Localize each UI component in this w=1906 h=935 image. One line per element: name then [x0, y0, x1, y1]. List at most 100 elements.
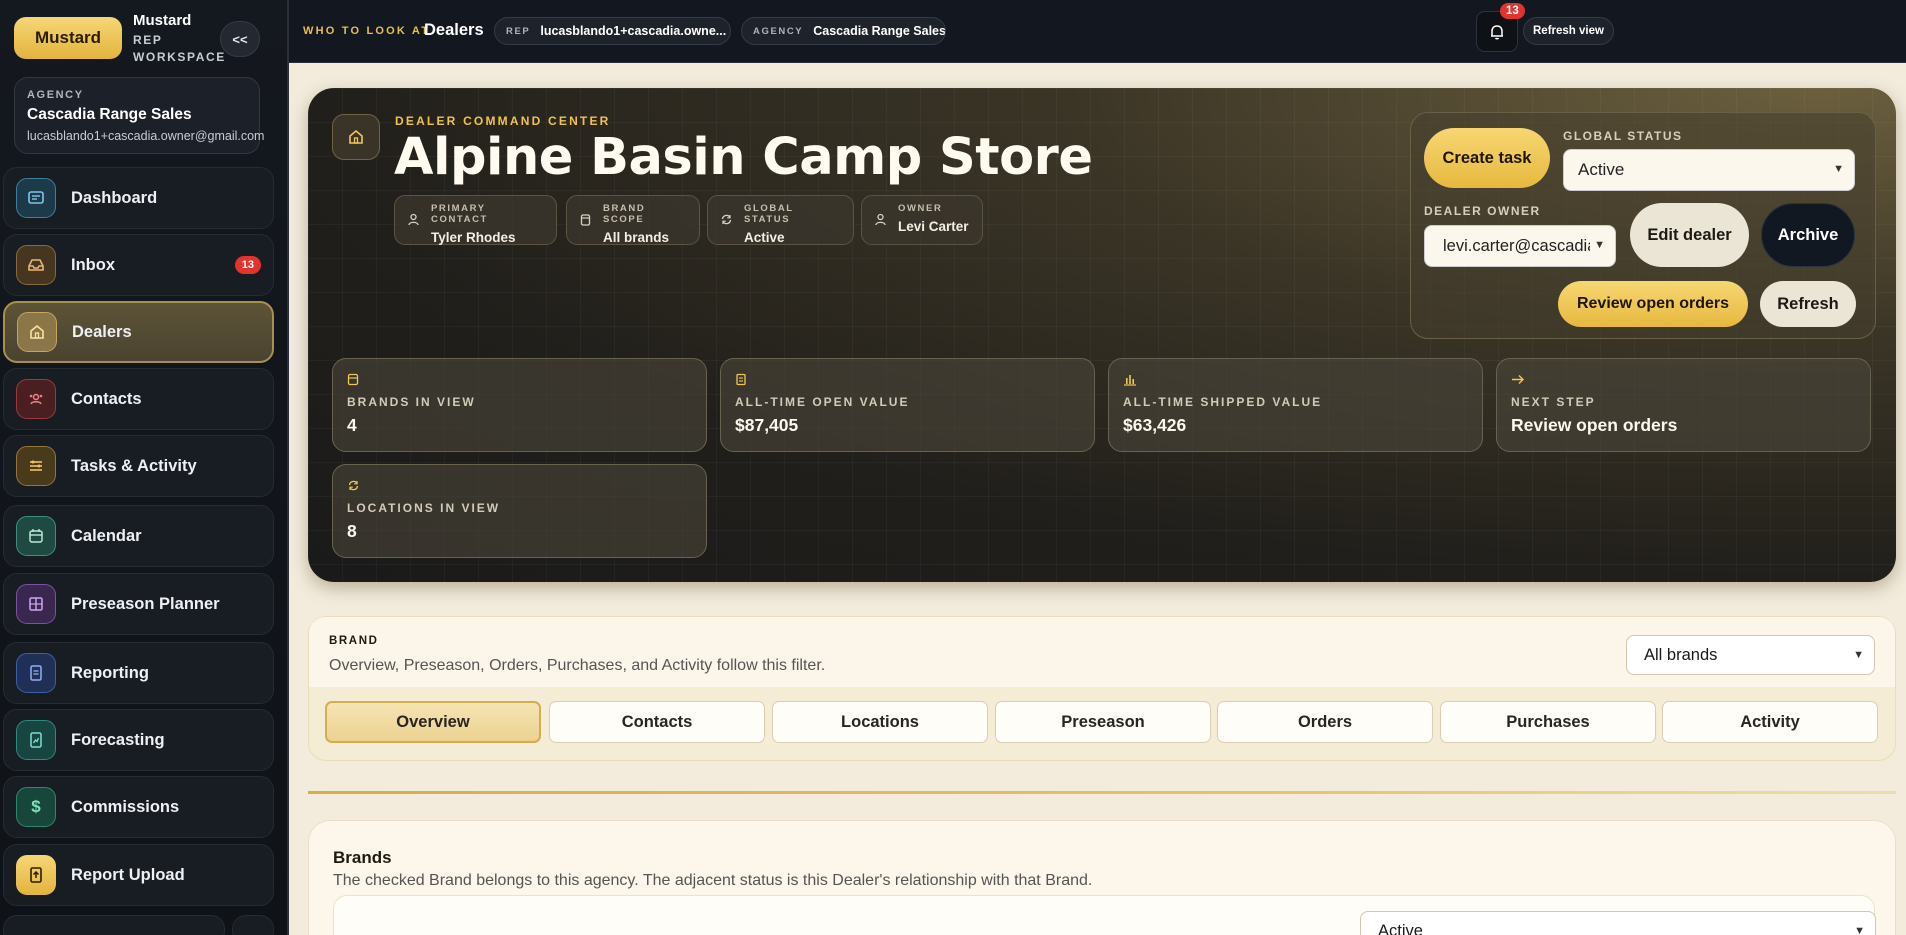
- tab-locations[interactable]: Locations: [772, 701, 988, 743]
- sidebar-item-label: Tasks & Activity: [71, 456, 197, 475]
- sidebar-item-dashboard[interactable]: Dashboard: [3, 167, 274, 229]
- sidebar-item-forecasting[interactable]: Forecasting: [3, 709, 274, 771]
- hero-eyebrow: DEALER COMMAND CENTER: [395, 114, 611, 128]
- brand-filter-label: BRAND: [329, 635, 379, 647]
- tab-orders[interactable]: Orders: [1217, 701, 1433, 743]
- collapse-sidebar-button[interactable]: <<: [220, 21, 260, 57]
- dealer-hero: DEALER COMMAND CENTER Alpine Basin Camp …: [308, 88, 1896, 582]
- stat-label: ALL-TIME SHIPPED VALUE: [1123, 395, 1323, 409]
- chevron-down-icon: ▼: [1833, 163, 1844, 175]
- sidebar-item-dealers[interactable]: Dealers: [3, 301, 274, 363]
- sidebar-item-reporting[interactable]: Reporting: [3, 642, 274, 704]
- stat-shipped-value: ALL-TIME SHIPPED VALUE $63,426: [1108, 358, 1483, 452]
- sidebar-footer-button[interactable]: [232, 915, 274, 935]
- tab-preseason[interactable]: Preseason: [995, 701, 1211, 743]
- sidebar-footer-item[interactable]: [3, 915, 225, 935]
- brand-filter-select[interactable]: All brands ▼: [1626, 635, 1875, 675]
- agency-card[interactable]: AGENCY Cascadia Range Sales lucasblando1…: [14, 77, 265, 154]
- meta-label: PRIMARY CONTACT: [431, 203, 488, 225]
- primary-contact-chip: PRIMARY CONTACT Tyler Rhodes: [394, 195, 557, 245]
- rep-value: lucasblando1+cascadia.owne...: [540, 24, 727, 38]
- home-icon: [17, 312, 57, 352]
- tab-activity[interactable]: Activity: [1662, 701, 1878, 743]
- meta-value: All brands: [603, 230, 670, 245]
- owner-chip: OWNER Levi Carter: [861, 195, 983, 245]
- global-status-value: Active: [1578, 160, 1625, 179]
- create-task-button[interactable]: Create task: [1424, 128, 1550, 188]
- meta-value: Tyler Rhodes: [431, 230, 516, 245]
- dealer-owner-label: DEALER OWNER: [1424, 204, 1541, 218]
- global-status-chip: GLOBAL STATUS Active: [707, 195, 854, 245]
- sidebar-item-label: Reporting: [71, 663, 149, 682]
- brands-section: Brands The checked Brand belongs to this…: [308, 820, 1896, 935]
- inbox-count-badge: 13: [234, 256, 261, 274]
- dealer-home-icon: [332, 114, 380, 160]
- stat-next-step[interactable]: NEXT STEP Review open orders: [1496, 358, 1871, 452]
- stat-value: $63,426: [1123, 415, 1187, 435]
- brand-filter-description: Overview, Preseason, Orders, Purchases, …: [329, 657, 826, 674]
- brands-description: The checked Brand belongs to this agency…: [333, 872, 1093, 889]
- tab-contacts[interactable]: Contacts: [549, 701, 765, 743]
- archive-button[interactable]: Archive: [1761, 203, 1855, 267]
- meta-label: BRAND SCOPE: [603, 203, 646, 225]
- review-open-orders-button[interactable]: Review open orders: [1558, 281, 1748, 327]
- dealer-owner-select[interactable]: levi.carter@cascadia ▼: [1424, 225, 1616, 267]
- app-title: Mustard: [133, 12, 192, 29]
- tab-purchases[interactable]: Purchases: [1440, 701, 1656, 743]
- global-status-select[interactable]: Active ▼: [1563, 149, 1855, 191]
- sidebar-item-report-upload[interactable]: Report Upload: [3, 844, 274, 906]
- agency-email: lucasblando1+cascadia.owner@gmail.com: [27, 129, 265, 143]
- user-icon: [874, 213, 887, 229]
- sidebar-item-label: Preseason Planner: [71, 594, 220, 613]
- chevron-down-icon: ▼: [1853, 649, 1864, 661]
- refresh-button[interactable]: Refresh: [1760, 281, 1856, 327]
- sidebar-item-preseason-planner[interactable]: Preseason Planner: [3, 573, 274, 635]
- meta-value: Active: [744, 230, 785, 245]
- rep-chip[interactable]: REP lucasblando1+cascadia.owne...: [494, 17, 731, 45]
- upload-icon: [16, 855, 56, 895]
- user-icon: [407, 213, 420, 229]
- edit-dealer-button[interactable]: Edit dealer: [1630, 203, 1749, 267]
- arrow-right-icon: [1511, 373, 1856, 389]
- bell-icon: [1491, 24, 1503, 39]
- brand-logo-button[interactable]: Mustard: [14, 17, 122, 59]
- brand-row: Active ▼: [333, 895, 1876, 935]
- tasks-icon: [16, 446, 56, 486]
- app-subtitle: REP WORKSPACE: [133, 33, 226, 64]
- stat-label: LOCATIONS IN VIEW: [347, 501, 501, 515]
- sidebar-item-label: Contacts: [71, 389, 142, 408]
- sidebar-item-contacts[interactable]: Contacts: [3, 368, 274, 430]
- who-to-look-at-label: WHO TO LOOK AT: [303, 25, 431, 37]
- refresh-icon: [720, 213, 733, 229]
- brands-title: Brands: [333, 848, 392, 867]
- contacts-icon: [16, 379, 56, 419]
- global-status-label: GLOBAL STATUS: [1563, 129, 1683, 143]
- calendar-icon: [16, 516, 56, 556]
- sidebar-item-label: Report Upload: [71, 865, 185, 884]
- brand-filter-panel: BRAND Overview, Preseason, Orders, Purch…: [308, 616, 1896, 761]
- meta-label: OWNER: [898, 203, 943, 214]
- stat-value: $87,405: [735, 415, 799, 435]
- inbox-icon: [16, 245, 56, 285]
- sidebar-item-commissions[interactable]: $ Commissions: [3, 776, 274, 838]
- agency-name: Cascadia Range Sales: [27, 106, 192, 123]
- sidebar-item-tasks-activity[interactable]: Tasks & Activity: [3, 435, 274, 497]
- brand-filter-value: All brands: [1644, 645, 1718, 664]
- rep-label: REP: [506, 25, 531, 37]
- who-to-look-at-value[interactable]: Dealers: [424, 21, 484, 40]
- refresh-view-button[interactable]: Refresh view: [1523, 17, 1614, 45]
- tab-overview[interactable]: Overview: [325, 701, 541, 743]
- stat-label: BRANDS IN VIEW: [347, 395, 476, 409]
- agency-chip[interactable]: AGENCY Cascadia Range Sales: [741, 17, 946, 45]
- sidebar-item-calendar[interactable]: Calendar: [3, 505, 274, 567]
- brand-relationship-status-select[interactable]: Active ▼: [1360, 911, 1876, 935]
- sidebar-item-inbox[interactable]: Inbox 13: [3, 234, 274, 296]
- stat-locations-in-view: LOCATIONS IN VIEW 8: [332, 464, 707, 558]
- sidebar-item-label: Inbox: [71, 255, 115, 274]
- dealer-owner-value: levi.carter@cascadia: [1443, 236, 1597, 255]
- sidebar-item-label: Commissions: [71, 797, 180, 816]
- section-divider: [308, 791, 1896, 794]
- sidebar-item-label: Dealers: [72, 322, 132, 341]
- chevron-down-icon: ▼: [1590, 239, 1605, 251]
- agency-chip-value: Cascadia Range Sales: [813, 24, 946, 38]
